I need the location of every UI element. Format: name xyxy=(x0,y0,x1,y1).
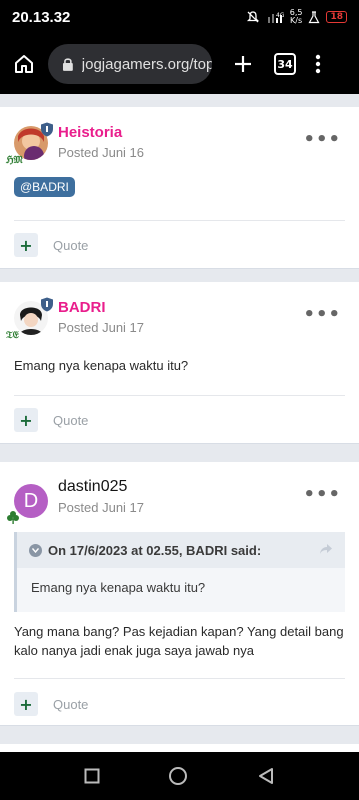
post-divider xyxy=(14,678,345,679)
quote-header[interactable]: On 17/6/2023 at 02.55, BADRI said: xyxy=(17,532,345,568)
post-body: Emang nya kenapa waktu itu? xyxy=(14,358,189,373)
quote-text: Emang nya kenapa waktu itu? xyxy=(31,580,206,595)
new-tab-button[interactable] xyxy=(212,54,274,74)
back-icon[interactable] xyxy=(257,767,275,785)
react-button[interactable]: + xyxy=(14,233,38,257)
author-avatar-wrap: 𝔗𝔈 xyxy=(6,297,53,341)
quote-button[interactable]: Quote xyxy=(53,238,88,253)
react-button[interactable]: + xyxy=(14,692,38,716)
topic-content: ℌ𝔐 Heistoria Posted Juni 16 ••• @BADRI +… xyxy=(0,94,359,752)
plus-icon: + xyxy=(19,694,33,714)
clover-flair-icon xyxy=(7,511,19,524)
moderator-shield-icon xyxy=(41,297,53,312)
post-item: D dastin025 Posted Juni 17 ••• On 17/6/2… xyxy=(0,462,359,726)
more-vert-icon xyxy=(315,54,321,74)
home-icon xyxy=(15,55,33,73)
post-author[interactable]: dastin025 xyxy=(58,478,127,496)
author-avatar-wrap: ℌ𝔐 xyxy=(6,122,53,166)
address-bar[interactable]: jogjagamers.org/top xyxy=(48,44,212,84)
network-speed: 6,5 K/s xyxy=(290,9,303,25)
post-date[interactable]: Posted Juni 17 xyxy=(58,320,144,335)
lab-icon xyxy=(308,10,320,23)
avatar-letter: D xyxy=(23,489,39,512)
home-button[interactable] xyxy=(0,34,48,94)
mention-tag[interactable]: @BADRI xyxy=(14,177,75,197)
quote-block: On 17/6/2023 at 02.55, BADRI said: Emang… xyxy=(14,532,345,612)
status-icons: 4G 6,5K/s 18 xyxy=(246,9,347,25)
quote-button[interactable]: Quote xyxy=(53,413,88,428)
post-item-next xyxy=(0,744,359,752)
lock-icon xyxy=(62,58,73,71)
post-options-button[interactable]: ••• xyxy=(303,484,341,505)
browser-toolbar: jogjagamers.org/top 34 xyxy=(0,34,359,94)
post-date[interactable]: Posted Juni 16 xyxy=(58,145,144,160)
react-button[interactable]: + xyxy=(14,408,38,432)
post-item: 𝔗𝔈 BADRI Posted Juni 17 ••• Emang nya ke… xyxy=(0,282,359,444)
post-item: ℌ𝔐 Heistoria Posted Juni 16 ••• @BADRI +… xyxy=(0,107,359,269)
status-bar: 20.13.32 4G 6,5K/s 18 xyxy=(0,0,359,34)
browser-menu-button[interactable] xyxy=(296,54,340,74)
post-divider xyxy=(14,395,345,396)
mute-icon xyxy=(246,11,259,23)
plus-icon: + xyxy=(19,235,33,255)
recents-icon[interactable] xyxy=(84,768,100,784)
moderator-shield-icon xyxy=(41,122,53,137)
signal-icon: 4G xyxy=(267,12,284,23)
share-arrow-icon[interactable] xyxy=(319,543,333,555)
post-author[interactable]: Heistoria xyxy=(58,124,122,141)
plus-icon xyxy=(235,56,251,72)
battery-indicator: 18 xyxy=(326,11,347,23)
tab-switcher-button[interactable]: 34 xyxy=(274,53,296,75)
quote-attribution: On 17/6/2023 at 02.55, BADRI said: xyxy=(48,542,262,558)
quote-button[interactable]: Quote xyxy=(53,697,88,712)
user-flair: 𝔗𝔈 xyxy=(6,330,19,341)
post-options-button[interactable]: ••• xyxy=(303,304,341,325)
user-flair: ℌ𝔐 xyxy=(6,155,23,166)
system-nav-bar xyxy=(0,752,359,800)
home-circle-icon[interactable] xyxy=(168,766,188,786)
author-avatar-wrap: D xyxy=(7,484,48,524)
chevron-down-icon xyxy=(29,543,42,557)
post-divider xyxy=(14,220,345,221)
post-body: Yang mana bang? Pas kejadian kapan? Yang… xyxy=(14,624,344,658)
plus-icon: + xyxy=(19,410,33,430)
post-date[interactable]: Posted Juni 17 xyxy=(58,500,144,515)
post-author[interactable]: BADRI xyxy=(58,299,106,316)
url-text: jogjagamers.org/top xyxy=(81,55,212,73)
network-speed-unit: K/s xyxy=(290,16,303,25)
post-options-button[interactable]: ••• xyxy=(303,129,341,150)
status-time: 20.13.32 xyxy=(12,8,71,26)
